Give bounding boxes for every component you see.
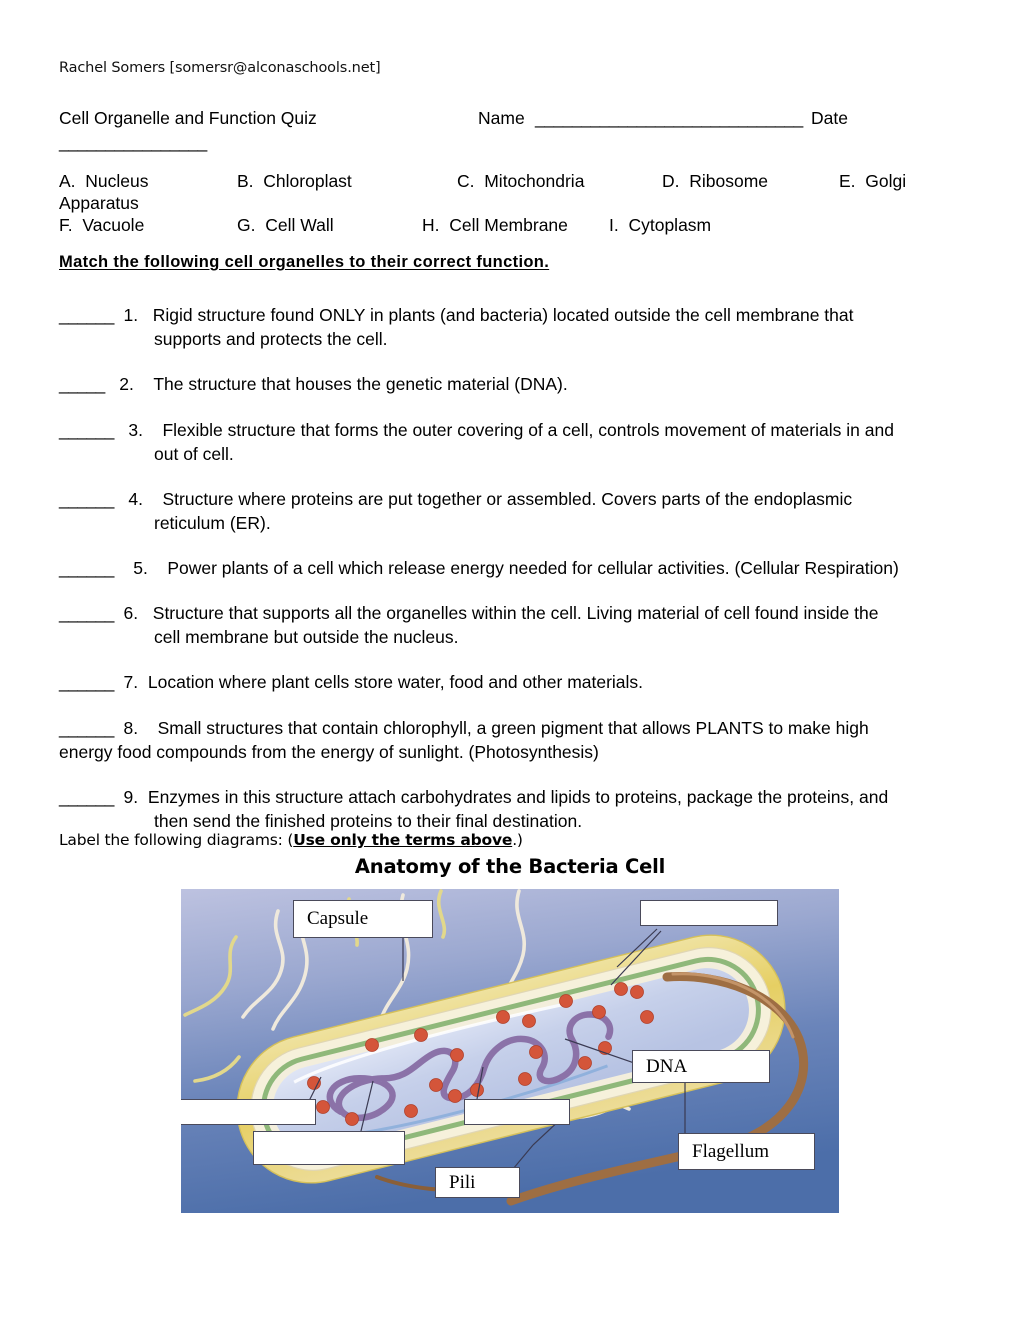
question-6-number: 6. [123, 603, 139, 623]
question-item-3: ______ 3. Flexible structure that forms … [59, 418, 904, 466]
question-item-8: ______ 8. Small structures that contain … [59, 716, 904, 764]
question-item-7: ______ 7. Location where plant cells sto… [59, 670, 904, 694]
question-9-text: Enzymes in this structure attach carbohy… [147, 787, 889, 831]
diagram-label-pili[interactable]: Pili [435, 1167, 520, 1198]
question-4-number: 4. [128, 489, 144, 509]
document-page: Rachel Somers [somersr@alconaschools.net… [0, 0, 1020, 1320]
diagram-label-capsule[interactable]: Capsule [293, 900, 433, 938]
question-item-1: ______ 1. Rigid structure found ONLY in … [59, 303, 904, 351]
option-f: F. Vacuole [59, 215, 145, 235]
bacteria-cell-diagram: Capsule DNA Flagellum Pili [181, 889, 839, 1213]
question-4-text: Structure where proteins are put togethe… [154, 489, 853, 533]
question-3-number: 3. [128, 420, 144, 440]
option-b: B. Chloroplast [237, 171, 352, 191]
diagram-label-dna-text: DNA [646, 1055, 688, 1077]
question-7-number: 7. [123, 672, 139, 692]
diagram-label-capsule-text: Capsule [307, 908, 369, 929]
label-diagrams-instruction: Label the following diagrams: (Use only … [59, 831, 523, 849]
question-6-blank[interactable]: ______ [59, 603, 114, 623]
question-item-5: ______ 5. Power plants of a cell which r… [59, 556, 904, 580]
question-1-text: Rigid structure found ONLY in plants (an… [152, 305, 854, 349]
quiz-title-row: Cell Organelle and Function Quiz Name __… [59, 106, 959, 152]
question-2-blank[interactable]: _____ [59, 374, 105, 394]
question-2-text: The structure that houses the genetic ma… [153, 374, 568, 394]
question-8-number: 8. [123, 718, 139, 738]
options-row-3: F. Vacuole G. Cell Wall H. Cell Membrane… [59, 214, 959, 236]
question-1-blank[interactable]: ______ [59, 305, 114, 325]
diagram-label-pili-text: Pili [449, 1171, 476, 1193]
date-label: Date [811, 108, 848, 128]
author-email-header: Rachel Somers [somersr@alconaschools.net… [59, 60, 381, 76]
question-item-2: _____ 2. The structure that houses the g… [59, 372, 904, 396]
question-5-number: 5. [133, 558, 148, 578]
question-8-text: Small structures that contain chlorophyl… [59, 718, 869, 762]
question-6-text: Structure that supports all the organell… [152, 603, 879, 647]
diagram-label-blank-lower-left[interactable] [253, 1131, 405, 1165]
name-blank[interactable]: _____________________________ [535, 106, 803, 131]
diagram-label-flagellum-text: Flagellum [692, 1140, 770, 1162]
match-instruction-heading: Match the following cell organelles to t… [59, 253, 550, 271]
question-9-number: 9. [123, 787, 139, 807]
name-label: Name [478, 108, 525, 128]
page-title: Cell Organelle and Function Quiz [59, 108, 317, 128]
question-1-number: 1. [123, 305, 139, 325]
answer-options: A. Nucleus B. Chloroplast C. Mitochondri… [59, 170, 959, 236]
option-g: G. Cell Wall [237, 215, 334, 235]
diagram-label-blank-top-right[interactable] [640, 900, 778, 926]
question-item-6: ______ 6. Structure that supports all th… [59, 601, 904, 649]
option-e-continued: Apparatus [59, 193, 139, 213]
option-d: D. Ribosome [662, 171, 769, 191]
question-list: ______ 1. Rigid structure found ONLY in … [59, 303, 904, 854]
question-5-blank[interactable]: ______ [59, 558, 114, 578]
options-row-2: Apparatus [59, 192, 959, 214]
question-item-9: ______ 9. Enzymes in this structure atta… [59, 785, 904, 833]
question-3-blank[interactable]: ______ [59, 420, 114, 440]
diagram-label-dna[interactable]: DNA [632, 1050, 770, 1083]
question-2-number: 2. [119, 374, 134, 394]
diagram-label-flagellum[interactable]: Flagellum [678, 1133, 815, 1170]
label-instruction-suffix: .) [512, 831, 523, 849]
diagram-label-blank-middle[interactable] [464, 1099, 570, 1125]
date-blank[interactable]: ________________ [59, 130, 207, 155]
label-instruction-emphasis: Use only the terms above [293, 831, 513, 849]
question-8-blank[interactable]: ______ [59, 718, 114, 738]
option-i: I. Cytoplasm [609, 215, 712, 235]
question-7-blank[interactable]: ______ [59, 672, 114, 692]
question-9-blank[interactable]: ______ [59, 787, 114, 807]
label-instruction-prefix: Label the following diagrams: ( [59, 831, 294, 849]
question-4-blank[interactable]: ______ [59, 489, 114, 509]
option-c: C. Mitochondria [457, 171, 585, 191]
options-row-1: A. Nucleus B. Chloroplast C. Mitochondri… [59, 170, 959, 192]
diagram-label-blank-left[interactable] [181, 1099, 316, 1125]
diagram-title: Anatomy of the Bacteria Cell [354, 855, 666, 878]
question-3-text: Flexible structure that forms the outer … [154, 420, 894, 464]
question-7-text: Location where plant cells store water, … [147, 672, 644, 692]
question-5-text: Power plants of a cell which release ene… [167, 558, 899, 578]
option-a: A. Nucleus [59, 171, 149, 191]
question-item-4: ______ 4. Structure where proteins are p… [59, 487, 904, 535]
option-h: H. Cell Membrane [422, 215, 568, 235]
option-e: E. Golgi [839, 171, 907, 191]
